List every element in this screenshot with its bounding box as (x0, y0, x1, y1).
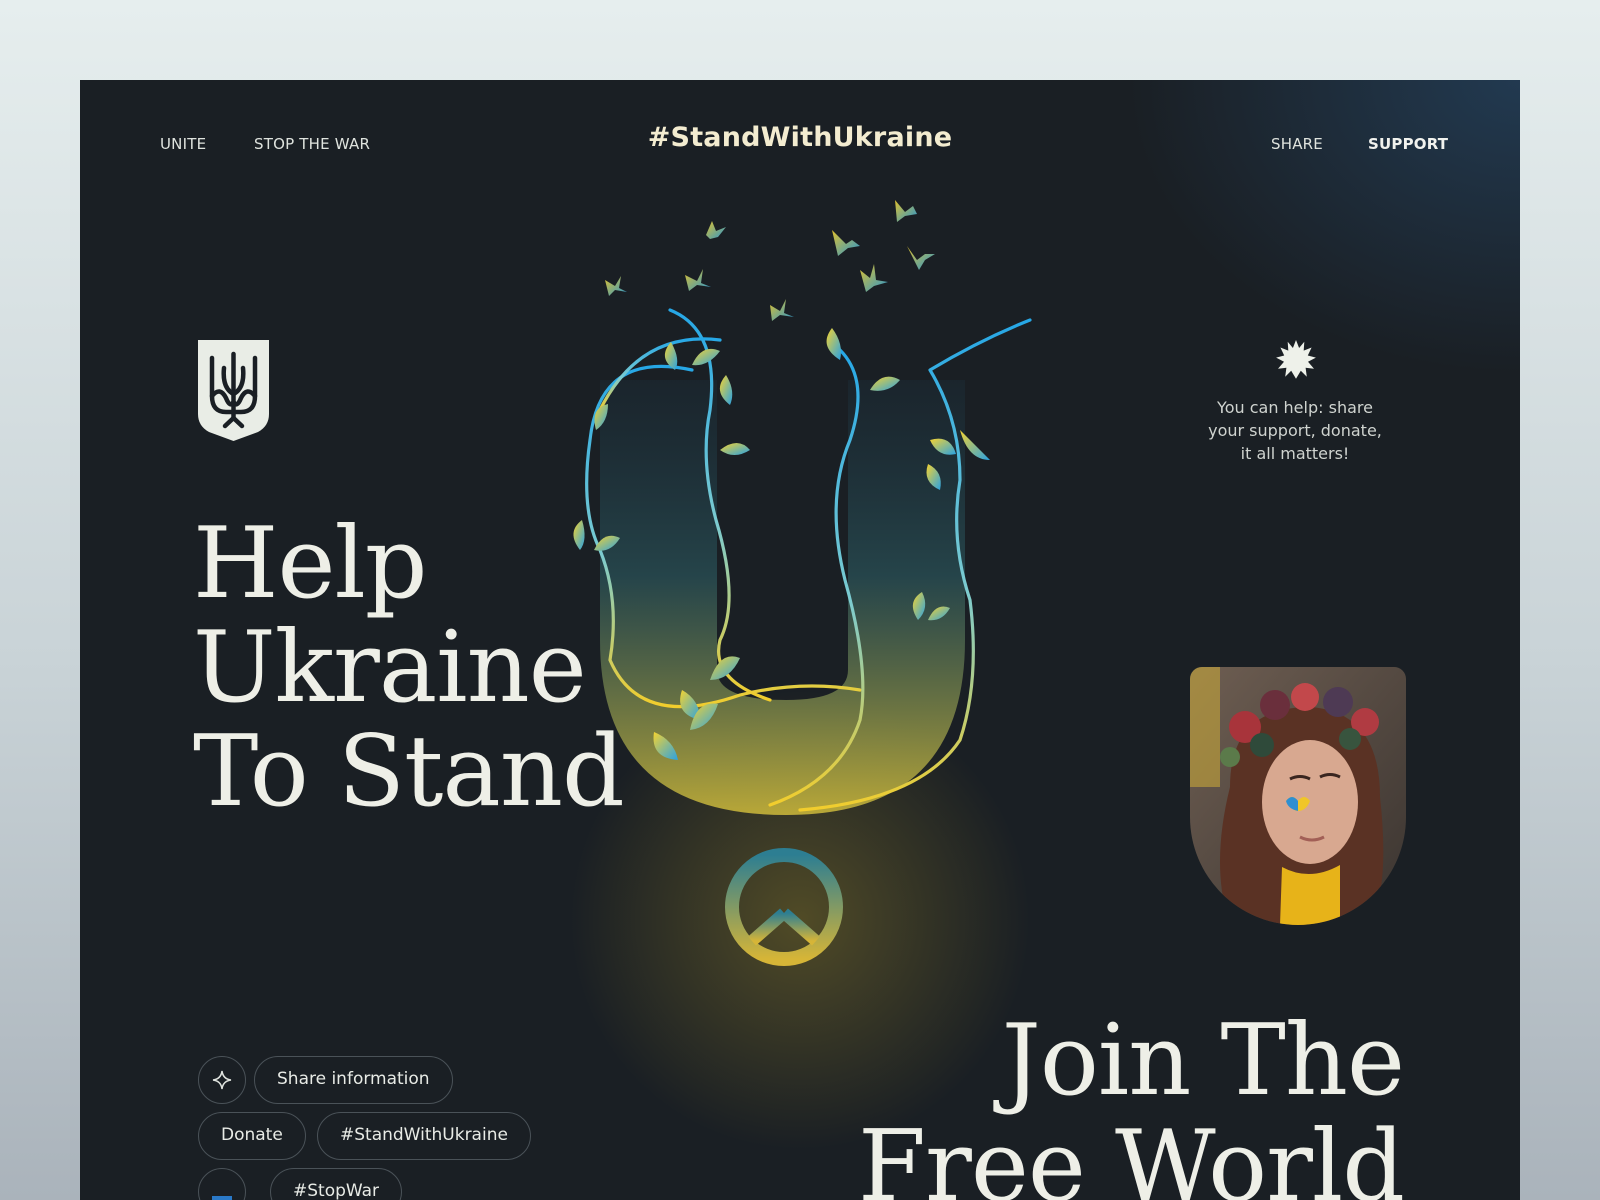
sun-badge-icon (1276, 340, 1316, 379)
dove-icon (832, 230, 860, 256)
help-text-line: it all matters! (1240, 444, 1350, 463)
nav-support-link[interactable]: SUPPORT (1368, 135, 1448, 153)
sparkle-button[interactable] (198, 1056, 246, 1104)
u-flower-illustration (573, 200, 1032, 966)
dove-icon (860, 264, 888, 292)
join-title-line-1: Join The (1001, 1004, 1405, 1118)
dove-icon (685, 269, 711, 291)
dove-icon (895, 200, 917, 222)
stopwar-hashtag-button[interactable]: #StopWar (270, 1168, 403, 1200)
nav-share-link[interactable]: SHARE (1271, 135, 1323, 153)
trident-emblem-icon (198, 340, 269, 441)
standwithukraine-hashtag-button[interactable]: #StandWithUkraine (317, 1112, 531, 1160)
help-text: You can help: share your support, donate… (1175, 396, 1415, 465)
donate-button[interactable]: Donate (198, 1112, 306, 1160)
dove-icon (706, 221, 726, 239)
flag-ukraine-button[interactable] (198, 1168, 246, 1200)
join-title-line-2: Free World (858, 1110, 1405, 1200)
sparkle-star-icon (212, 1070, 232, 1090)
dove-icon (907, 246, 935, 270)
dove-icon (770, 299, 794, 321)
join-title: Join The Free World (858, 1004, 1405, 1200)
page-frame: UNITE STOP THE WAR #StandWithUkraine SHA… (80, 80, 1520, 1200)
peace-sign-icon (725, 848, 843, 966)
brand-title[interactable]: #StandWithUkraine (648, 122, 953, 153)
help-text-line: You can help: share (1217, 398, 1373, 417)
dove-icon (605, 276, 627, 296)
flag-ukraine-icon (212, 1181, 232, 1200)
u-letter-shape (600, 380, 965, 815)
dove-flock (605, 200, 935, 321)
help-text-line: your support, donate, (1208, 421, 1382, 440)
share-information-button[interactable]: Share information (254, 1056, 453, 1104)
woman-portrait-photo (1190, 667, 1406, 925)
